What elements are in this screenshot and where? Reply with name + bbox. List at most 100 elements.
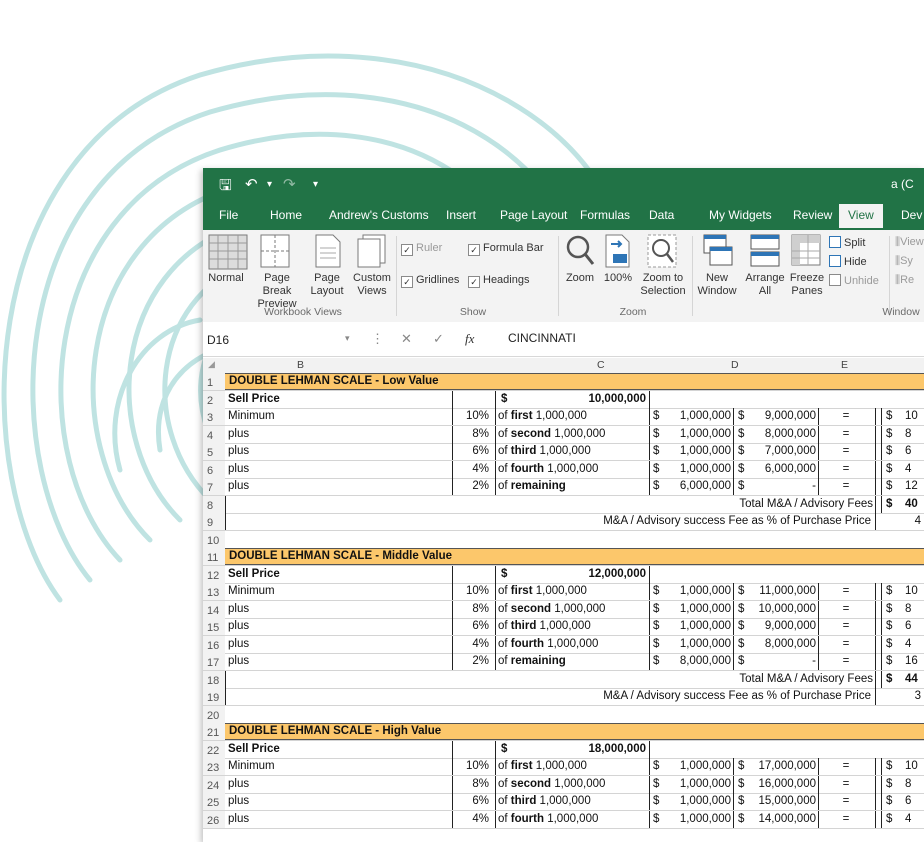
- tier-description[interactable]: of remaining: [498, 653, 566, 670]
- fee-amount[interactable]: 4: [905, 811, 911, 828]
- sell-price-value[interactable]: 12,000,000: [533, 566, 646, 583]
- remaining-amount[interactable]: 15,000,000: [748, 793, 816, 810]
- tier-amount[interactable]: 1,000,000: [663, 793, 731, 810]
- remaining-amount[interactable]: -: [748, 478, 816, 495]
- row-number[interactable]: 23: [203, 758, 225, 775]
- tier-amount[interactable]: 1,000,000: [663, 426, 731, 443]
- tier-percent[interactable]: 4%: [455, 811, 489, 828]
- tab-page-layout[interactable]: Page Layout: [500, 208, 567, 222]
- row-number[interactable]: 12: [203, 565, 225, 583]
- row-label[interactable]: Sell Price: [228, 391, 280, 408]
- undo-dropdown-icon[interactable]: ▾: [267, 179, 272, 190]
- row-number[interactable]: 20: [203, 705, 225, 723]
- formula-bar-checkbox[interactable]: ✓ Formula Bar: [468, 242, 544, 256]
- tier-description[interactable]: of first 1,000,000: [498, 408, 587, 425]
- row-label[interactable]: plus: [228, 776, 249, 793]
- row-number[interactable]: 7: [203, 478, 225, 495]
- section-title[interactable]: DOUBLE LEHMAN SCALE - High Value: [229, 723, 441, 740]
- tier-amount[interactable]: 1,000,000: [663, 758, 731, 775]
- row-label[interactable]: plus: [228, 443, 249, 460]
- fee-amount[interactable]: 8: [905, 776, 911, 793]
- tier-percent[interactable]: 4%: [455, 636, 489, 653]
- tier-description[interactable]: of third 1,000,000: [498, 618, 591, 635]
- tier-description[interactable]: of fourth 1,000,000: [498, 461, 598, 478]
- remaining-amount[interactable]: 9,000,000: [748, 618, 816, 635]
- tier-amount[interactable]: 1,000,000: [663, 811, 731, 828]
- row-number[interactable]: 6: [203, 460, 225, 478]
- redo-icon[interactable]: ↷: [283, 175, 296, 193]
- total-fees-label[interactable]: Total M&A / Advisory Fees: [553, 671, 873, 688]
- column-header-d[interactable]: D: [731, 359, 739, 371]
- row-number[interactable]: 21: [203, 723, 225, 740]
- fee-percent-label[interactable]: M&A / Advisory success Fee as % of Purch…: [453, 688, 871, 705]
- fee-amount[interactable]: 8: [905, 426, 911, 443]
- row-label[interactable]: plus: [228, 461, 249, 478]
- row-label[interactable]: Minimum: [228, 408, 275, 425]
- remaining-amount[interactable]: 9,000,000: [748, 408, 816, 425]
- tier-amount[interactable]: 8,000,000: [663, 653, 731, 670]
- name-box-dropdown-icon[interactable]: ▾: [345, 333, 350, 344]
- tab-my-widgets[interactable]: My Widgets: [709, 208, 772, 222]
- fee-percent-value[interactable]: 3: [903, 688, 921, 705]
- column-header-b[interactable]: B: [297, 359, 304, 371]
- tier-description[interactable]: of third 1,000,000: [498, 443, 591, 460]
- tier-description[interactable]: of remaining: [498, 478, 566, 495]
- fee-amount[interactable]: 8: [905, 601, 911, 618]
- row-label[interactable]: plus: [228, 793, 249, 810]
- fee-amount[interactable]: 12: [905, 478, 918, 495]
- tier-description[interactable]: of second 1,000,000: [498, 601, 605, 618]
- tier-percent[interactable]: 6%: [455, 443, 489, 460]
- tab-data[interactable]: Data: [649, 208, 674, 222]
- tab-home[interactable]: Home: [270, 208, 302, 222]
- view-side-by-side-button[interactable]: ⫼View: [895, 236, 924, 249]
- tab-insert[interactable]: Insert: [446, 208, 476, 222]
- formula-input[interactable]: CINCINNATI: [508, 331, 576, 345]
- tier-percent[interactable]: 2%: [455, 478, 489, 495]
- hide-button[interactable]: Hide: [829, 255, 867, 269]
- tier-description[interactable]: of first 1,000,000: [498, 583, 587, 600]
- tier-percent[interactable]: 8%: [455, 426, 489, 443]
- tier-description[interactable]: of second 1,000,000: [498, 426, 605, 443]
- fee-amount[interactable]: 16: [905, 653, 918, 670]
- remaining-amount[interactable]: 8,000,000: [748, 636, 816, 653]
- row-label[interactable]: Minimum: [228, 758, 275, 775]
- row-label[interactable]: plus: [228, 636, 249, 653]
- customize-icon[interactable]: ▾: [313, 179, 318, 190]
- fee-amount[interactable]: 4: [905, 461, 911, 478]
- remaining-amount[interactable]: 6,000,000: [748, 461, 816, 478]
- tier-percent[interactable]: 2%: [455, 653, 489, 670]
- row-label[interactable]: plus: [228, 478, 249, 495]
- split-button[interactable]: Split: [829, 236, 865, 250]
- remaining-amount[interactable]: 11,000,000: [748, 583, 816, 600]
- row-label[interactable]: Sell Price: [228, 566, 280, 583]
- tier-percent[interactable]: 10%: [455, 408, 489, 425]
- row-number[interactable]: 8: [203, 495, 225, 513]
- total-fees-label[interactable]: Total M&A / Advisory Fees: [553, 496, 873, 513]
- tier-percent[interactable]: 8%: [455, 601, 489, 618]
- row-number[interactable]: 9: [203, 513, 225, 530]
- fee-percent-label[interactable]: M&A / Advisory success Fee as % of Purch…: [453, 513, 871, 530]
- tier-amount[interactable]: 1,000,000: [663, 601, 731, 618]
- row-number[interactable]: 16: [203, 635, 225, 653]
- sell-price-dollar[interactable]: $: [501, 566, 507, 583]
- row-label[interactable]: plus: [228, 601, 249, 618]
- row-label[interactable]: Minimum: [228, 583, 275, 600]
- tab-review[interactable]: Review: [793, 208, 832, 222]
- reset-window-position-button[interactable]: ⫼Re: [895, 274, 914, 287]
- fee-percent-value[interactable]: 4: [903, 513, 921, 530]
- synchronous-scrolling-button[interactable]: ⫼Sy: [895, 255, 913, 268]
- column-header-c[interactable]: C: [597, 359, 605, 371]
- tier-amount[interactable]: 6,000,000: [663, 478, 731, 495]
- row-number[interactable]: 22: [203, 740, 225, 758]
- tier-description[interactable]: of fourth 1,000,000: [498, 811, 598, 828]
- headings-checkbox[interactable]: ✓ Headings: [468, 274, 529, 288]
- tier-amount[interactable]: 1,000,000: [663, 461, 731, 478]
- fee-amount[interactable]: 6: [905, 618, 911, 635]
- ruler-checkbox[interactable]: ✓ Ruler: [401, 242, 442, 256]
- section-title[interactable]: DOUBLE LEHMAN SCALE - Low Value: [229, 373, 439, 390]
- select-all-corner[interactable]: ◢: [208, 359, 215, 370]
- remaining-amount[interactable]: 17,000,000: [748, 758, 816, 775]
- tab-developer[interactable]: Dev: [901, 208, 922, 222]
- tier-percent[interactable]: 8%: [455, 776, 489, 793]
- row-number[interactable]: 25: [203, 793, 225, 810]
